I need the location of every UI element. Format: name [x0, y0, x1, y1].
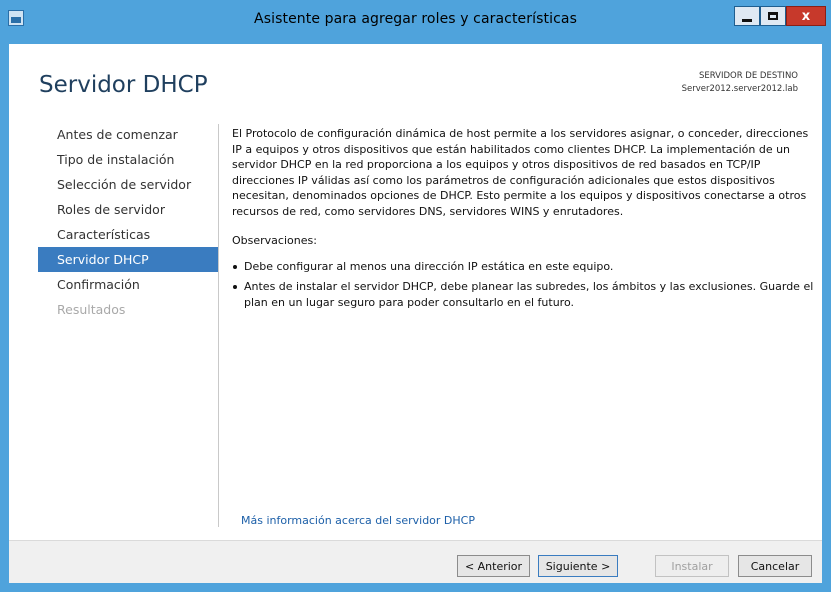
nav-item-roles-de-servidor[interactable]: Roles de servidor — [38, 197, 218, 222]
page-title: Servidor DHCP — [39, 72, 208, 98]
wizard-window: Asistente para agregar roles y caracterí… — [0, 0, 831, 592]
observations-list: Debe configurar al menos una dirección I… — [232, 259, 817, 311]
nav-divider — [218, 124, 219, 527]
observations-heading: Observaciones: — [232, 234, 317, 247]
previous-button[interactable]: < Anterior — [457, 555, 530, 577]
nav-item-confirmacion[interactable]: Confirmación — [38, 272, 218, 297]
nav-item-antes-de-comenzar[interactable]: Antes de comenzar — [38, 122, 218, 147]
maximize-button[interactable] — [760, 6, 786, 26]
title-bar[interactable]: Asistente para agregar roles y caracterí… — [0, 0, 831, 44]
minimize-button[interactable] — [734, 6, 760, 26]
minimize-icon — [742, 18, 752, 22]
content-panel: El Protocolo de configuración dinámica d… — [232, 126, 817, 315]
wizard-nav: Antes de comenzar Tipo de instalación Se… — [38, 122, 218, 322]
description-text: El Protocolo de configuración dinámica d… — [232, 127, 809, 218]
more-info-link[interactable]: Más información acerca del servidor DHCP — [241, 514, 475, 527]
destination-server-info: SERVIDOR DE DESTINO Server2012.server201… — [682, 70, 798, 96]
maximize-icon — [768, 12, 778, 20]
next-button[interactable]: Siguiente > — [538, 555, 618, 577]
install-button: Instalar — [655, 555, 729, 577]
nav-item-servidor-dhcp[interactable]: Servidor DHCP — [38, 247, 218, 272]
wizard-client-area: Servidor DHCP SERVIDOR DE DESTINO Server… — [9, 44, 822, 583]
observation-item: Debe configurar al menos una dirección I… — [232, 259, 817, 275]
window-title: Asistente para agregar roles y caracterí… — [254, 11, 577, 27]
nav-item-resultados: Resultados — [57, 302, 126, 317]
nav-item-tipo-de-instalacion[interactable]: Tipo de instalación — [38, 147, 218, 172]
observation-item: Antes de instalar el servidor DHCP, debe… — [232, 279, 817, 310]
nav-item-seleccion-de-servidor[interactable]: Selección de servidor — [38, 172, 218, 197]
close-button[interactable]: x — [786, 6, 826, 26]
cancel-button[interactable]: Cancelar — [738, 555, 812, 577]
wizard-footer: < Anterior Siguiente > Instalar Cancelar — [9, 540, 822, 583]
destination-label: SERVIDOR DE DESTINO — [698, 71, 798, 81]
nav-item-caracteristicas[interactable]: Características — [38, 222, 218, 247]
destination-server-name: Server2012.server2012.lab — [681, 84, 798, 94]
close-icon: x — [801, 8, 811, 24]
